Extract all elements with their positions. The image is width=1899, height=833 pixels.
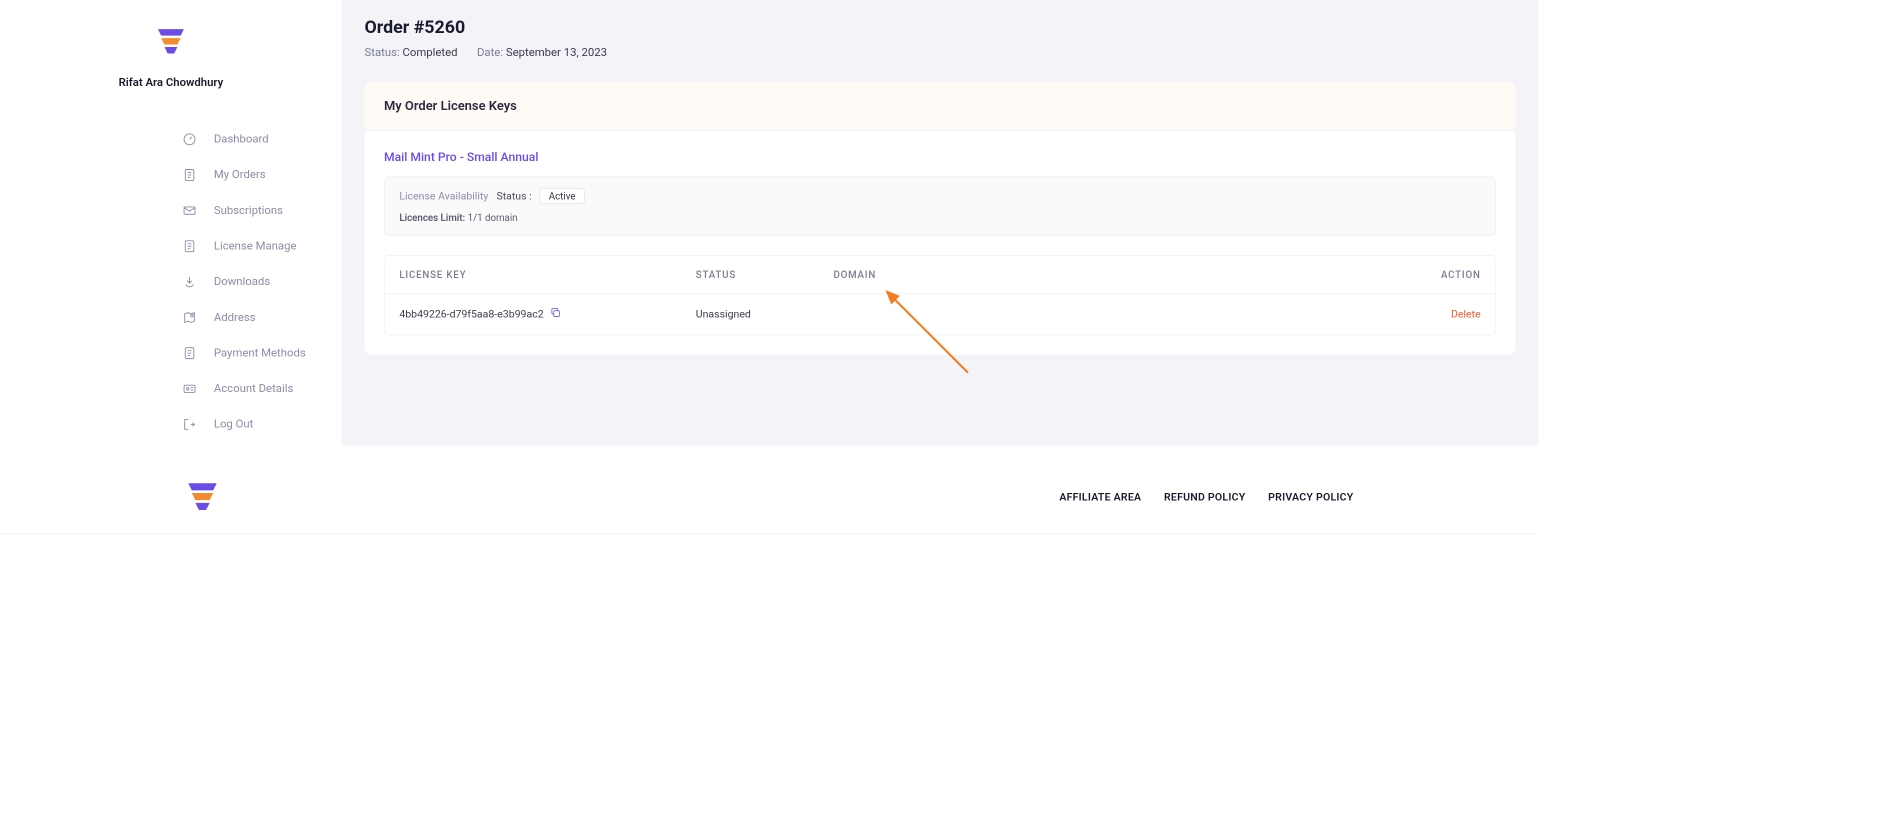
delete-link[interactable]: Delete xyxy=(1451,308,1481,320)
status-value: Completed xyxy=(402,46,457,59)
map-icon xyxy=(181,309,197,325)
status-label: Status: xyxy=(365,46,400,59)
logo-icon xyxy=(155,24,187,56)
sidebar-item-label: Account Details xyxy=(214,382,293,395)
sidebar-item-account[interactable]: Account Details xyxy=(181,371,309,407)
limit-label: Licences Limit: xyxy=(399,212,465,223)
document-icon xyxy=(181,167,197,183)
sidebar-item-label: Log Out xyxy=(214,418,254,431)
envelope-icon xyxy=(181,203,197,219)
th-status: STATUS xyxy=(696,269,834,280)
license-info-box: License Availability Status : Active Lic… xyxy=(384,176,1496,236)
sidebar-item-dashboard[interactable]: Dashboard xyxy=(181,122,309,158)
footer-link-privacy[interactable]: PRIVACY POLICY xyxy=(1268,491,1353,503)
logout-icon xyxy=(181,416,197,432)
user-name: Rifat Ara Chowdhury xyxy=(119,76,224,89)
th-action: ACTION xyxy=(1416,269,1481,280)
order-meta: Status: Completed Date: September 13, 20… xyxy=(365,46,1516,59)
product-link[interactable]: Mail Mint Pro - Small Annual xyxy=(384,150,1496,165)
sidebar-item-payment[interactable]: Payment Methods xyxy=(181,335,309,371)
main-content: Order #5260 Status: Completed Date: Sept… xyxy=(342,0,1538,446)
sidebar-item-label: Payment Methods xyxy=(214,347,306,360)
sidebar: Rifat Ara Chowdhury Dashboard My Orders … xyxy=(0,0,342,446)
download-icon xyxy=(181,274,197,290)
sidebar-item-label: License Manage xyxy=(214,240,297,253)
sidebar-item-label: Address xyxy=(214,311,256,324)
license-card: My Order License Keys Mail Mint Pro - Sm… xyxy=(365,82,1516,355)
sidebar-item-label: My Orders xyxy=(214,168,266,181)
license-key-value: 4bb49226-d79f5aa8-e3b99ac2 xyxy=(399,308,543,320)
table-row: 4bb49226-d79f5aa8-e3b99ac2 Unassigned De… xyxy=(385,294,1496,335)
th-key: LICENSE KEY xyxy=(399,269,695,280)
license-table: LICENSE KEY STATUS DOMAIN ACTION 4bb4922… xyxy=(384,255,1496,335)
document-icon xyxy=(181,238,197,254)
sidebar-item-label: Downloads xyxy=(214,275,270,288)
date-label: Date: xyxy=(477,46,503,59)
sidebar-item-license[interactable]: License Manage xyxy=(181,228,309,264)
sidebar-item-downloads[interactable]: Downloads xyxy=(181,264,309,300)
gauge-icon xyxy=(181,131,197,147)
footer: AFFILIATE AREA REFUND POLICY PRIVACY POL… xyxy=(0,446,1538,534)
footer-link-affiliate[interactable]: AFFILIATE AREA xyxy=(1059,491,1141,503)
table-header-row: LICENSE KEY STATUS DOMAIN ACTION xyxy=(385,256,1496,294)
sidebar-item-label: Subscriptions xyxy=(214,204,283,217)
card-header: My Order License Keys xyxy=(365,82,1516,131)
status-pill: Active xyxy=(540,188,585,204)
date-value: September 13, 2023 xyxy=(506,46,607,59)
license-status-value: Unassigned xyxy=(696,308,834,320)
sidebar-item-logout[interactable]: Log Out xyxy=(181,407,309,443)
sidebar-item-address[interactable]: Address xyxy=(181,300,309,336)
sidebar-item-orders[interactable]: My Orders xyxy=(181,157,309,193)
availability-label: License Availability xyxy=(399,190,488,202)
sidebar-nav: Dashboard My Orders Subscriptions Licens… xyxy=(0,122,342,443)
sidebar-item-subscriptions[interactable]: Subscriptions xyxy=(181,193,309,229)
limit-value: 1/1 domain xyxy=(468,212,518,223)
copy-icon[interactable] xyxy=(550,307,561,322)
id-card-icon xyxy=(181,381,197,397)
page-title: Order #5260 xyxy=(365,18,1516,38)
footer-link-refund[interactable]: REFUND POLICY xyxy=(1164,491,1246,503)
document-icon xyxy=(181,345,197,361)
status-sub-label: Status : xyxy=(496,190,531,202)
th-domain: DOMAIN xyxy=(833,269,1415,280)
sidebar-item-label: Dashboard xyxy=(214,133,269,146)
footer-logo-icon xyxy=(185,478,221,517)
